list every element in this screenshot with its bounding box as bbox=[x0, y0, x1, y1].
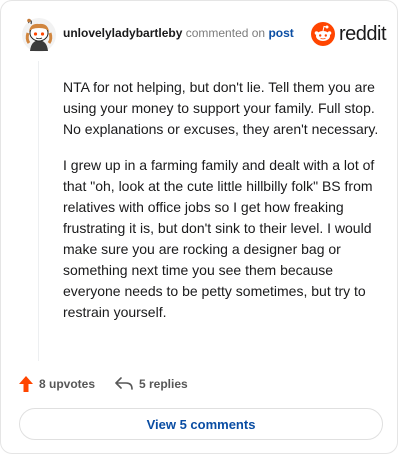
comment-body: NTA for not helping, but don't lie. Tell… bbox=[63, 77, 383, 338]
comment-footer: 8 upvotes 5 replies bbox=[19, 374, 379, 394]
reddit-logo[interactable]: reddit bbox=[311, 19, 387, 49]
action-text: commented on bbox=[185, 26, 266, 40]
comment-meta: unlovelyladybartleby commented on post bbox=[63, 26, 294, 40]
view-comments-button[interactable]: View 5 comments bbox=[19, 408, 383, 440]
comment-paragraph: NTA for not helping, but don't lie. Tell… bbox=[63, 79, 379, 137]
comment-card: unlovelyladybartleby commented on post r… bbox=[0, 0, 398, 454]
thread-line bbox=[38, 61, 39, 361]
reddit-wordmark: reddit bbox=[339, 23, 387, 45]
comment-header: unlovelyladybartleby commented on post r… bbox=[21, 15, 387, 53]
comment-paragraph: I grew up in a farming family and dealt … bbox=[63, 157, 375, 320]
post-link[interactable]: post bbox=[268, 26, 293, 40]
upvote-button[interactable]: 8 upvotes bbox=[19, 374, 95, 394]
username-link[interactable]: unlovelyladybartleby bbox=[63, 26, 182, 40]
replies-count: 5 replies bbox=[139, 377, 188, 391]
avatar[interactable] bbox=[21, 17, 57, 53]
reddit-snoo-icon bbox=[311, 22, 335, 46]
upvote-arrow-icon bbox=[19, 376, 33, 392]
replies-button[interactable]: 5 replies bbox=[115, 374, 188, 394]
upvote-count: 8 upvotes bbox=[39, 377, 96, 391]
reply-arrow-icon bbox=[115, 377, 133, 390]
